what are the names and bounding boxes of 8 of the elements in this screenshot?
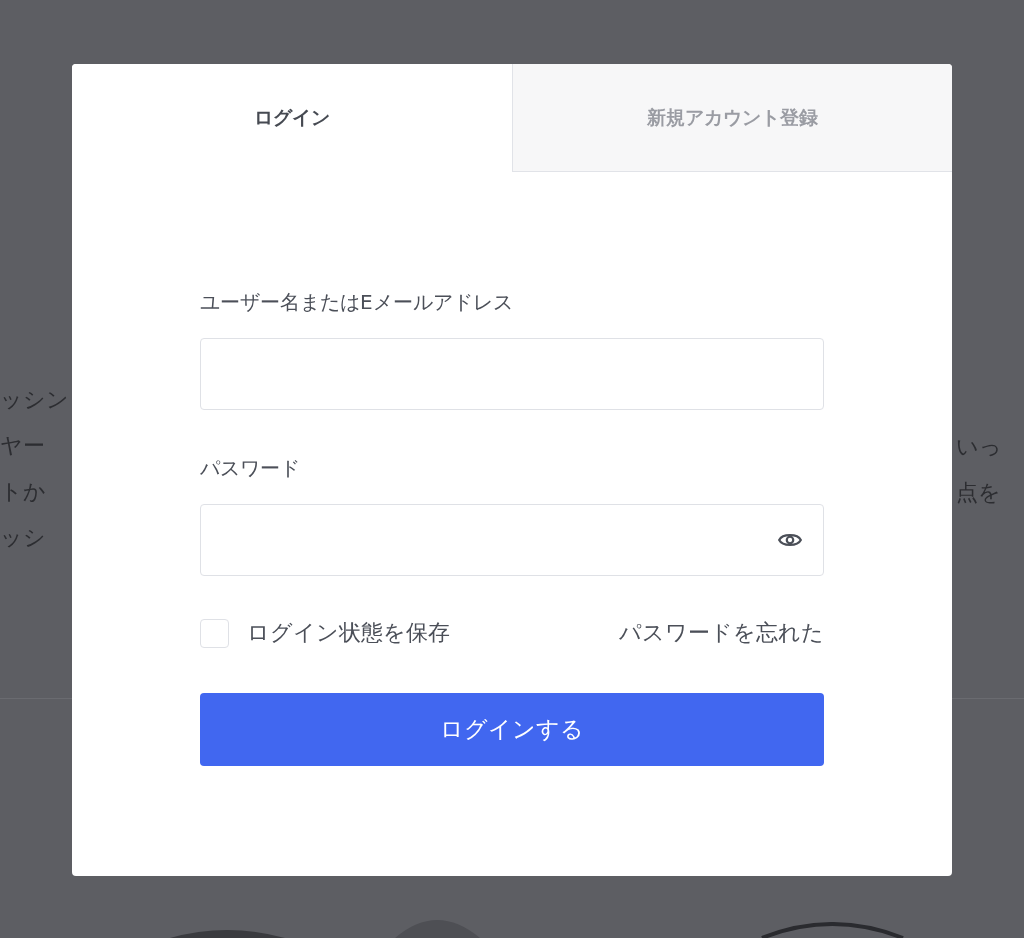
field-label: パスワード	[200, 455, 301, 482]
password-field[interactable]	[200, 504, 824, 576]
login-button[interactable]: ログインする	[200, 693, 824, 766]
remember-checkbox[interactable]	[200, 618, 229, 648]
checkbox-label: ログイン状態を保存	[247, 619, 450, 647]
username-field[interactable]	[200, 338, 824, 410]
forgot-password-link[interactable]: パスワードを忘れた	[619, 618, 824, 648]
field-label: ユーザー名またはEメールアドレス	[200, 289, 514, 316]
